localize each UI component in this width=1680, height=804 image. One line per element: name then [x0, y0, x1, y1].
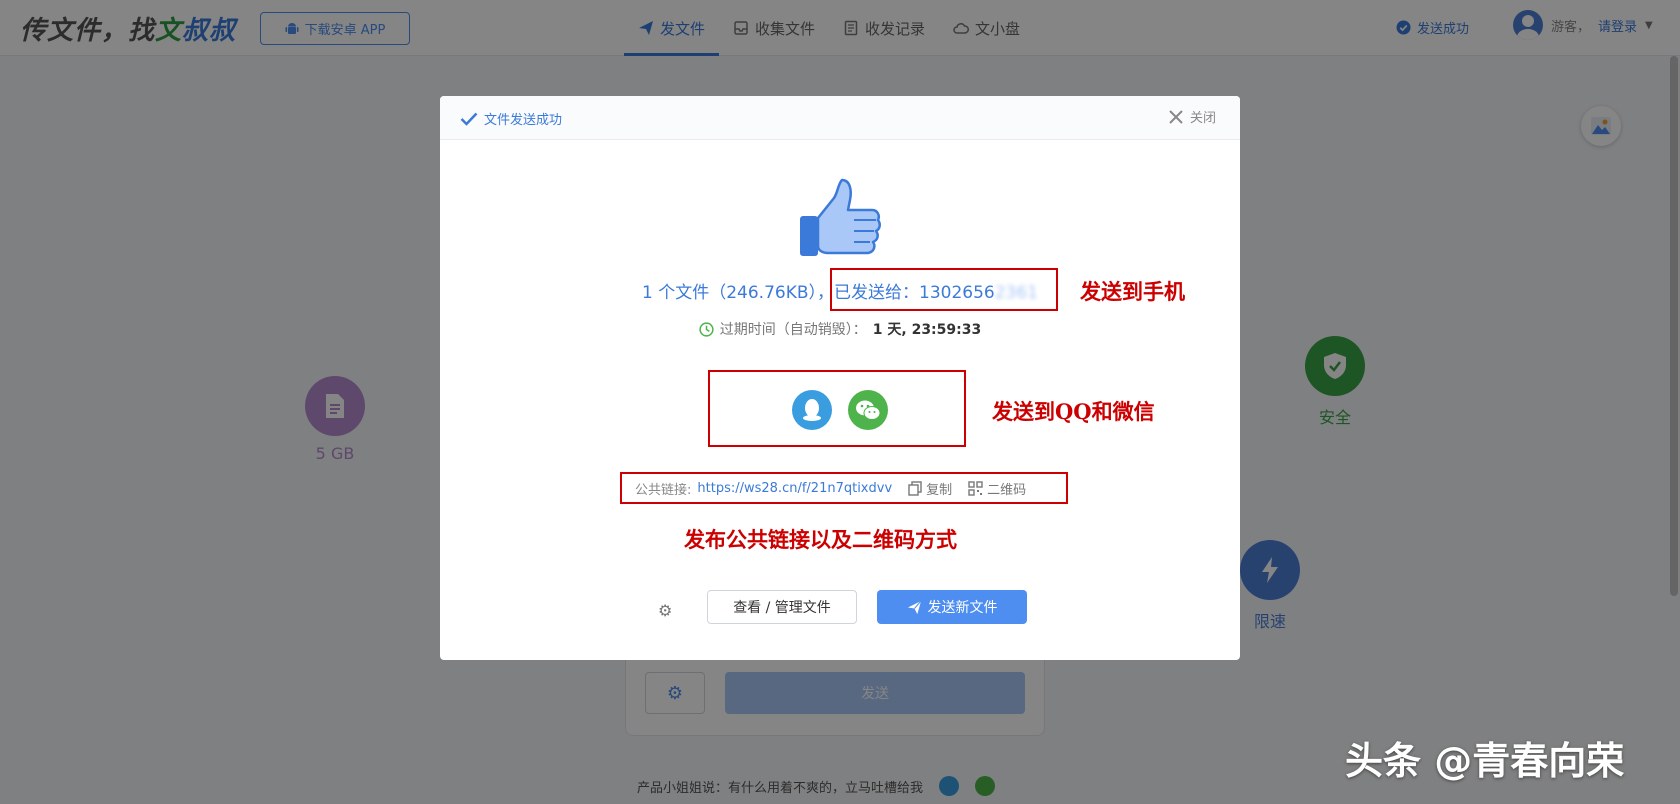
send-new-label: 发送新文件 — [927, 600, 998, 616]
watermark: 头条 @青春向荣 — [1345, 739, 1625, 783]
expiry-label: 过期时间（自动销毁）： — [719, 322, 867, 338]
annotation-phone: 发送到手机 — [1080, 279, 1185, 304]
paper-plane-icon — [907, 600, 921, 614]
thumbs-up-icon — [800, 178, 881, 256]
close-icon — [1169, 109, 1183, 124]
close-label: 关闭 — [1190, 111, 1217, 126]
manage-files-button[interactable]: 查看 / 管理文件 — [707, 590, 857, 624]
expiry-info: 过期时间（自动销毁）： 1 天, 23:59:33 — [590, 319, 1090, 339]
dialog-title-text: 文件发送成功 — [484, 113, 563, 128]
dialog-header: 文件发送成功 关闭 — [440, 96, 1240, 140]
close-button[interactable]: 关闭 — [1168, 107, 1216, 126]
annotation-box-phone — [830, 268, 1058, 311]
checkmark-icon — [460, 112, 478, 126]
file-info: 1 个文件（246.76KB）， — [642, 283, 835, 303]
expiry-value: 1 天, 23:59:33 — [872, 322, 982, 338]
send-new-file-button[interactable]: 发送新文件 — [877, 590, 1027, 624]
annotation-box-share — [708, 370, 966, 447]
clock-icon — [699, 321, 714, 337]
annotation-public-link: 发布公共链接以及二维码方式 — [684, 527, 957, 552]
annotation-qq-wechat: 发送到QQ和微信 — [992, 399, 1155, 424]
annotation-box-link — [620, 472, 1068, 504]
gear-icon[interactable]: ⚙ — [658, 601, 672, 620]
dialog-title: 文件发送成功 — [460, 109, 562, 128]
